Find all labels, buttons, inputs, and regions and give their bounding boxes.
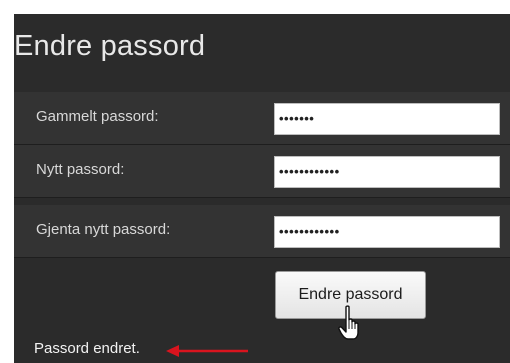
new-password-label: Nytt passord: <box>36 161 125 178</box>
new-password-row: Nytt passord: •••••••••••• <box>14 145 510 198</box>
repeat-password-field[interactable]: •••••••••••• <box>274 216 500 248</box>
old-password-field[interactable]: ••••••• <box>274 103 500 135</box>
old-password-label: Gammelt passord: <box>36 108 159 125</box>
hand-pointer-icon <box>338 305 359 340</box>
arrow-left-icon <box>166 345 248 357</box>
page-title: Endre passord <box>14 30 206 62</box>
repeat-password-label: Gjenta nytt passord: <box>36 221 171 238</box>
old-password-row: Gammelt passord: ••••••• <box>14 92 510 145</box>
repeat-password-row: Gjenta nytt passord: •••••••••••• <box>14 205 510 258</box>
new-password-field[interactable]: •••••••••••• <box>274 156 500 188</box>
status-message: Passord endret. <box>34 340 140 357</box>
